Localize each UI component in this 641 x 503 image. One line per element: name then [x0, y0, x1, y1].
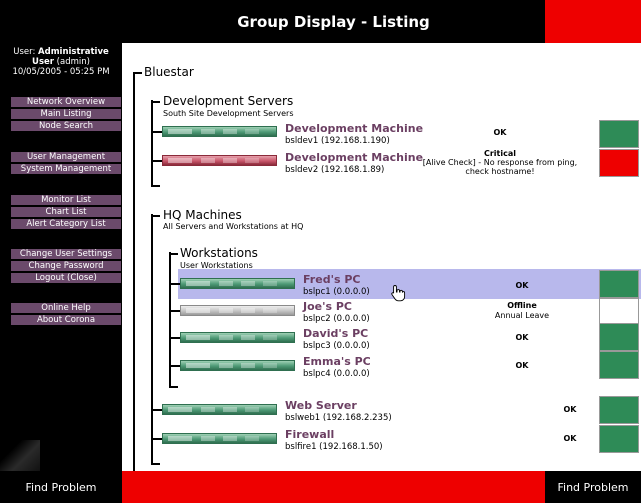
group-title-hq[interactable]: HQ Machines — [163, 208, 242, 222]
status-bsldev2: Critical — [483, 149, 516, 158]
server-icon[interactable] — [180, 332, 295, 343]
header-left-block — [0, 0, 122, 43]
user-label: User: — [13, 47, 36, 57]
status-light-bslpc4[interactable] — [599, 351, 639, 379]
tree-end-dev — [151, 185, 160, 187]
status-note-bslpc2: Annual Leave — [494, 311, 550, 320]
status-note-bsldev2: [Alive Check] - No response from ping, c… — [422, 158, 578, 176]
status-bslpc2: Offline — [507, 301, 537, 310]
tree-root-label[interactable]: Bluestar — [144, 65, 194, 79]
nav-user-management[interactable]: User Management — [11, 152, 121, 163]
status-bsldev1: OK — [493, 128, 507, 137]
host-name-bslfire1[interactable]: Firewall — [285, 428, 334, 441]
host-name-bslpc3[interactable]: David's PC — [303, 327, 368, 340]
host-name-bslweb1[interactable]: Web Server — [285, 399, 357, 412]
tree-tick-hq — [151, 215, 160, 217]
footer-right: Find Problem — [545, 471, 641, 503]
user-login: (admin) — [56, 57, 90, 67]
host-address-bslpc3: bslpc3 (0.0.0.0) — [303, 341, 370, 351]
tree-tick-root — [133, 72, 142, 74]
host-address-bslpc1: bslpc1 (0.0.0.0) — [303, 287, 370, 297]
nav-monitor-list[interactable]: Monitor List — [11, 195, 121, 206]
status-light-bslpc2[interactable] — [599, 298, 639, 326]
host-address-bslfire1: bslfire1 (192.168.1.50) — [285, 442, 383, 452]
status-bslpc3: OK — [515, 333, 529, 342]
status-light-bslfire1[interactable] — [599, 425, 639, 453]
nav-main-listing[interactable]: Main Listing — [11, 109, 121, 120]
header-bar: Group Display - Listing — [122, 0, 545, 43]
nav-chart-list[interactable]: Chart List — [11, 207, 121, 218]
user-info-line1: User: Administrative — [0, 47, 122, 57]
nav-network-overview[interactable]: Network Overview — [11, 97, 121, 108]
status-bslpc1: OK — [515, 281, 529, 290]
host-name-bslpc4[interactable]: Emma's PC — [303, 355, 371, 368]
server-icon[interactable] — [180, 360, 295, 371]
group-subtitle-dev: South Site Development Servers — [163, 109, 294, 118]
group-title-ws[interactable]: Workstations — [180, 246, 258, 260]
user-name-second: User — [32, 57, 54, 67]
nav-online-help[interactable]: Online Help — [11, 303, 121, 314]
tree-end-hq — [151, 463, 160, 465]
footer-left: Find Problem — [0, 471, 122, 503]
server-icon[interactable] — [162, 126, 277, 137]
nav-logout[interactable]: Logout (Close) — [11, 273, 121, 284]
nav-about-corona[interactable]: About Corona — [11, 315, 121, 326]
host-name-bslpc2[interactable]: Joe's PC — [303, 300, 352, 313]
page-title: Group Display - Listing — [237, 12, 430, 31]
user-datetime: 10/05/2005 - 05:25 PM — [12, 67, 110, 77]
group-title-dev[interactable]: Development Servers — [163, 94, 293, 108]
server-icon[interactable] — [162, 433, 277, 444]
status-light-bslweb1[interactable] — [599, 396, 639, 424]
group-subtitle-hq: All Servers and Workstations at HQ — [163, 222, 304, 231]
host-name-bslpc1[interactable]: Fred's PC — [303, 273, 360, 286]
host-address-bsldev2: bsldev2 (192.168.1.89) — [285, 165, 385, 175]
status-bslpc4: OK — [515, 361, 529, 370]
find-problem-link-right[interactable]: Find Problem — [557, 481, 628, 494]
status-bslweb1: OK — [563, 405, 577, 414]
user-name-first: Administrative — [38, 47, 109, 57]
host-address-bslpc4: bslpc4 (0.0.0.0) — [303, 369, 370, 379]
hand-pointer-icon — [391, 285, 406, 302]
user-info-line2: User (admin) — [0, 57, 122, 67]
host-address-bslpc2: bslpc2 (0.0.0.0) — [303, 314, 370, 324]
server-icon[interactable] — [162, 155, 277, 166]
host-address-bslweb1: bslweb1 (192.168.2.235) — [285, 413, 392, 423]
tree-line-dev — [151, 100, 153, 186]
group-subtitle-ws: User Workstations — [180, 261, 253, 270]
host-address-bsldev1: bsldev1 (192.168.1.190) — [285, 136, 390, 146]
nav-node-search[interactable]: Node Search — [11, 121, 121, 132]
nav-change-user-settings[interactable]: Change User Settings — [11, 249, 121, 260]
tree-line-hq — [151, 214, 153, 464]
tree-line-root — [133, 72, 135, 471]
server-icon[interactable] — [180, 278, 295, 289]
status-light-bslpc1[interactable] — [599, 270, 639, 298]
footer-accent — [122, 471, 545, 503]
server-icon[interactable] — [162, 404, 277, 415]
tree-tick-dev — [151, 101, 160, 103]
status-light-bsldev1[interactable] — [599, 120, 639, 148]
tree-end-ws — [169, 386, 178, 388]
nav-system-management[interactable]: System Management — [11, 164, 121, 175]
tree-tick-ws — [169, 253, 178, 255]
sidebar: User: Administrative User (admin) 10/05/… — [0, 43, 122, 471]
host-name-bsldev2[interactable]: Development Machine — [285, 151, 423, 164]
host-name-bsldev1[interactable]: Development Machine — [285, 122, 423, 135]
header-accent — [545, 0, 641, 43]
server-icon[interactable] — [180, 305, 295, 316]
nav-alert-category-list[interactable]: Alert Category List — [11, 219, 121, 230]
status-light-bsldev2[interactable] — [599, 149, 639, 177]
status-bslfire1: OK — [563, 434, 577, 443]
sidebar-corner-decoration — [0, 440, 40, 471]
find-problem-link-left[interactable]: Find Problem — [25, 481, 96, 494]
nav-change-password[interactable]: Change Password — [11, 261, 121, 272]
status-light-bslpc3[interactable] — [599, 323, 639, 351]
